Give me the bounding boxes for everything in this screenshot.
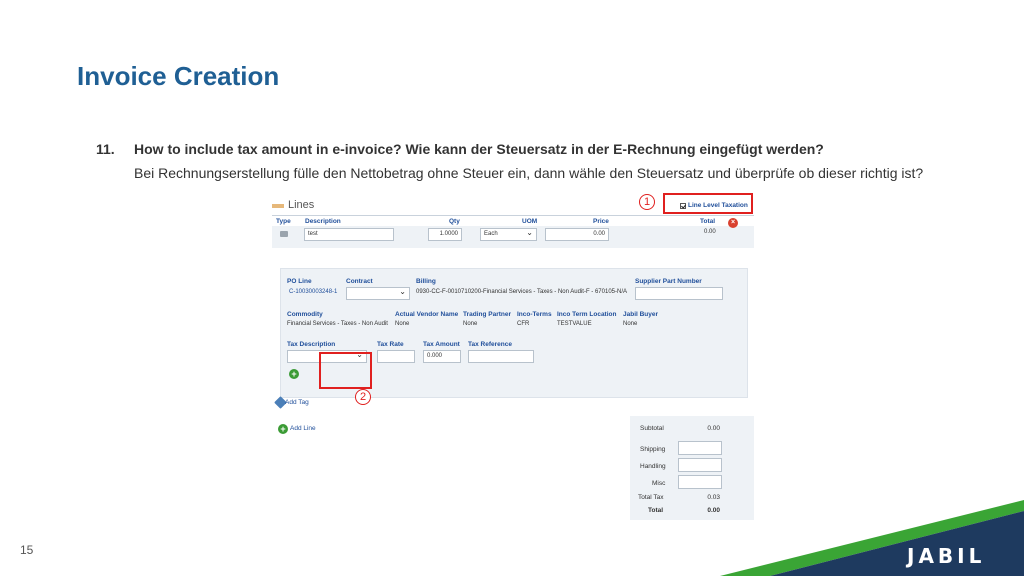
step-2-badge: 2: [355, 389, 371, 405]
po-line-link[interactable]: C-10030003248-1: [289, 289, 337, 295]
tax-reference-label: Tax Reference: [468, 341, 512, 348]
misc-input[interactable]: [678, 475, 722, 489]
invoice-lines-screenshot: Lines Line Level Taxation Type Descripti…: [272, 193, 754, 520]
jabil-logo: JABIL: [907, 544, 986, 568]
qty-input[interactable]: 1.0000: [428, 228, 462, 241]
add-tax-icon[interactable]: +: [289, 369, 299, 379]
supplier-part-input[interactable]: [635, 287, 723, 300]
total-label: Total: [648, 507, 664, 514]
column-type: Type: [276, 218, 291, 225]
billing-label: Billing: [416, 278, 436, 285]
supplier-part-label: Supplier Part Number: [635, 278, 702, 285]
column-qty: Qty: [449, 218, 460, 225]
jabil-buyer-label: Jabil Buyer: [623, 311, 659, 318]
actual-vendor-label: Actual Vendor Name: [395, 311, 459, 318]
uom-select[interactable]: Each: [480, 228, 537, 241]
description-input[interactable]: test: [304, 228, 394, 241]
column-total: Total: [700, 218, 716, 225]
column-description: Description: [305, 218, 341, 225]
commodity-label: Commodity: [287, 311, 323, 318]
total-tax-value: 0.03: [707, 494, 720, 501]
slide-title: Invoice Creation: [77, 61, 280, 91]
total-tax-label: Total Tax: [638, 494, 664, 501]
tax-reference-input[interactable]: [468, 350, 534, 363]
add-tag-link[interactable]: Add Tag: [285, 399, 309, 406]
price-input[interactable]: 0.00: [545, 228, 609, 241]
inco-location-value: TESTVALUE: [557, 321, 592, 327]
subtotal-label: Subtotal: [640, 425, 664, 432]
actual-vendor-value: None: [395, 321, 410, 327]
tax-rate-label: Tax Rate: [377, 341, 404, 348]
line-total: 0.00: [704, 229, 716, 235]
add-line-link[interactable]: Add Line: [290, 425, 316, 432]
tax-amount-label: Tax Amount: [423, 341, 460, 348]
inco-location-label: Inco Term Location: [557, 311, 617, 318]
handling-label: Handling: [640, 463, 666, 470]
highlight-tax-description: [319, 352, 372, 389]
remove-line-icon[interactable]: ×: [728, 218, 738, 228]
trading-partner-label: Trading Partner: [463, 311, 512, 318]
lines-title: Lines: [288, 199, 315, 211]
question-description: Bei Rechnungserstellung fülle den Nettob…: [134, 165, 924, 181]
shipping-input[interactable]: [678, 441, 722, 455]
line-type-icon: [280, 231, 288, 237]
column-uom: UOM: [522, 218, 538, 225]
page-number: 15: [20, 543, 34, 557]
tax-amount-input[interactable]: 0.000: [423, 350, 461, 363]
step-1-badge: 1: [639, 194, 655, 210]
handling-input[interactable]: [678, 458, 722, 472]
contract-select[interactable]: [346, 287, 410, 300]
highlight-line-level-taxation: [663, 193, 753, 214]
shipping-label: Shipping: [640, 446, 666, 453]
tax-description-label: Tax Description: [287, 341, 336, 348]
tax-rate-input[interactable]: [377, 350, 415, 363]
billing-value: 0930-CC-F-0010710200-Financial Services …: [416, 289, 627, 295]
po-line-label: PO Line: [287, 278, 312, 285]
uom-value: Each: [484, 231, 498, 237]
contract-label: Contract: [346, 278, 373, 285]
subtotal-value: 0.00: [707, 425, 720, 432]
misc-label: Misc: [652, 480, 666, 487]
total-value: 0.00: [707, 507, 720, 514]
invoice-summary: Subtotal 0.00 Shipping Handling Misc Tot…: [630, 416, 754, 520]
commodity-value: Financial Services - Taxes - Non Audit: [287, 321, 388, 327]
column-price: Price: [593, 218, 609, 225]
jabil-buyer-value: None: [623, 321, 638, 327]
trading-partner-value: None: [463, 321, 478, 327]
add-line-icon[interactable]: +: [278, 424, 288, 434]
question-number: 11.: [96, 141, 115, 157]
lines-section-icon: [272, 204, 284, 208]
inco-terms-label: Inco-Terms: [517, 311, 552, 318]
question-text: How to include tax amount in e-invoice? …: [134, 141, 824, 157]
inco-terms-value: CFR: [517, 321, 530, 327]
